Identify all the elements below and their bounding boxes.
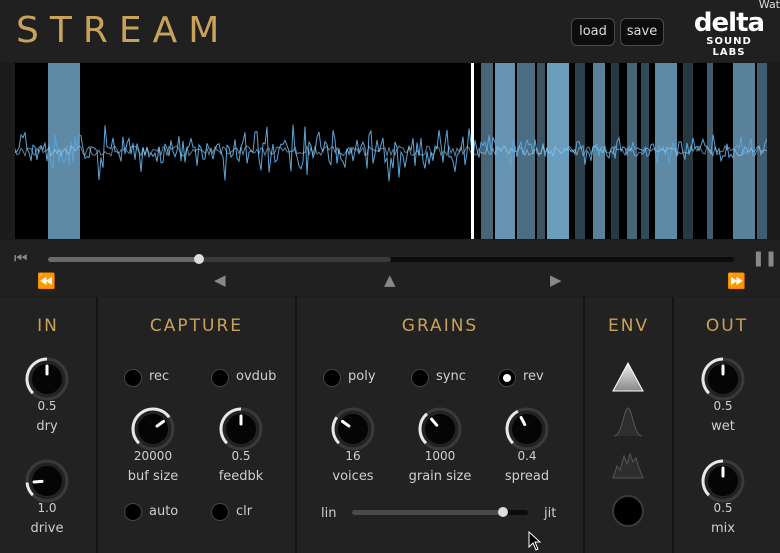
sync-label: sync [436, 369, 466, 384]
save-button[interactable]: save [620, 18, 664, 46]
poly-option[interactable] [323, 369, 341, 387]
jit-label: jit [544, 506, 557, 521]
lin-jit-slider[interactable] [352, 507, 528, 517]
gaussian-env-icon[interactable] [612, 404, 644, 438]
buf-size-label: buf size [127, 469, 179, 484]
grains-title: GRAINS [401, 316, 479, 336]
mix-value: 0.5 [713, 501, 733, 515]
capture-title: CAPTURE [149, 316, 244, 336]
auto-label: auto [149, 504, 179, 519]
voices-value: 16 [345, 449, 361, 463]
scrub-fill [48, 257, 199, 262]
skip-start-icon[interactable]: ⏮ [14, 251, 28, 266]
up-icon[interactable]: ▲ [384, 273, 396, 288]
in-title: IN [37, 316, 59, 336]
auto-toggle[interactable] [124, 503, 142, 521]
env-title: ENV [607, 316, 650, 336]
clr-toggle[interactable] [211, 503, 229, 521]
rec-label: rec [149, 369, 170, 384]
env-shape-knob[interactable] [611, 494, 645, 528]
feedbk-label: feedbk [218, 469, 264, 484]
brand-logo: delta SOUND LABS [690, 10, 768, 58]
logo-sub: SOUND LABS [706, 36, 752, 58]
grain-size-value: 1000 [424, 449, 456, 463]
rev-label: rev [523, 369, 544, 384]
drive-label: drive [30, 521, 64, 536]
wet-value: 0.5 [713, 399, 733, 413]
buf-size-knob[interactable] [130, 406, 176, 452]
clr-label: clr [236, 504, 253, 519]
rec-toggle[interactable] [124, 369, 142, 387]
scrub-bar[interactable] [48, 254, 734, 264]
spread-value: 0.4 [517, 449, 537, 463]
mix-label: mix [711, 521, 735, 536]
feedbk-value: 0.5 [231, 449, 251, 463]
buf-size-value: 20000 [133, 449, 173, 463]
pause-icon[interactable]: ❚❚ [752, 251, 777, 266]
ovdub-label: ovdub [236, 369, 277, 384]
scrub-loop-region [198, 257, 391, 262]
load-button[interactable]: load [571, 18, 615, 46]
noise-env-icon[interactable] [611, 448, 645, 480]
fast-forward-icon[interactable]: ⏩ [727, 274, 746, 289]
voices-knob[interactable] [330, 406, 376, 452]
slider-fill [352, 510, 502, 515]
grain-size-label: grain size [408, 469, 472, 484]
cursor-icon [528, 531, 542, 551]
step-forward-icon[interactable]: ▶ [550, 273, 562, 288]
rev-option[interactable] [498, 369, 516, 387]
ovdub-toggle[interactable] [211, 369, 229, 387]
drive-value: 1.0 [37, 501, 57, 515]
triangle-env-icon[interactable] [610, 360, 646, 394]
scrub-handle[interactable] [193, 254, 204, 264]
grain-size-knob[interactable] [417, 406, 463, 452]
dry-knob[interactable] [24, 356, 70, 402]
wet-label: wet [711, 419, 735, 434]
poly-label: poly [348, 369, 376, 384]
sync-option[interactable] [411, 369, 429, 387]
waveform-display[interactable] [15, 63, 767, 239]
feedbk-knob[interactable] [218, 406, 264, 452]
mix-knob[interactable] [700, 458, 746, 504]
wet-knob[interactable] [700, 356, 746, 402]
app-title: STREAM [16, 10, 231, 51]
lin-label: lin [321, 506, 337, 521]
out-title: OUT [705, 316, 749, 336]
spread-label: spread [504, 469, 550, 484]
dry-label: dry [36, 419, 58, 434]
waveform-svg [15, 63, 767, 239]
spread-knob[interactable] [504, 406, 550, 452]
logo-word: delta [693, 8, 765, 38]
voices-label: voices [332, 469, 374, 484]
slider-handle[interactable] [498, 507, 508, 517]
dry-value: 0.5 [37, 399, 57, 413]
step-back-icon[interactable]: ◀ [214, 273, 226, 288]
rewind-icon[interactable]: ⏪ [37, 274, 56, 289]
record-head [471, 63, 474, 239]
drive-knob[interactable] [24, 458, 70, 504]
